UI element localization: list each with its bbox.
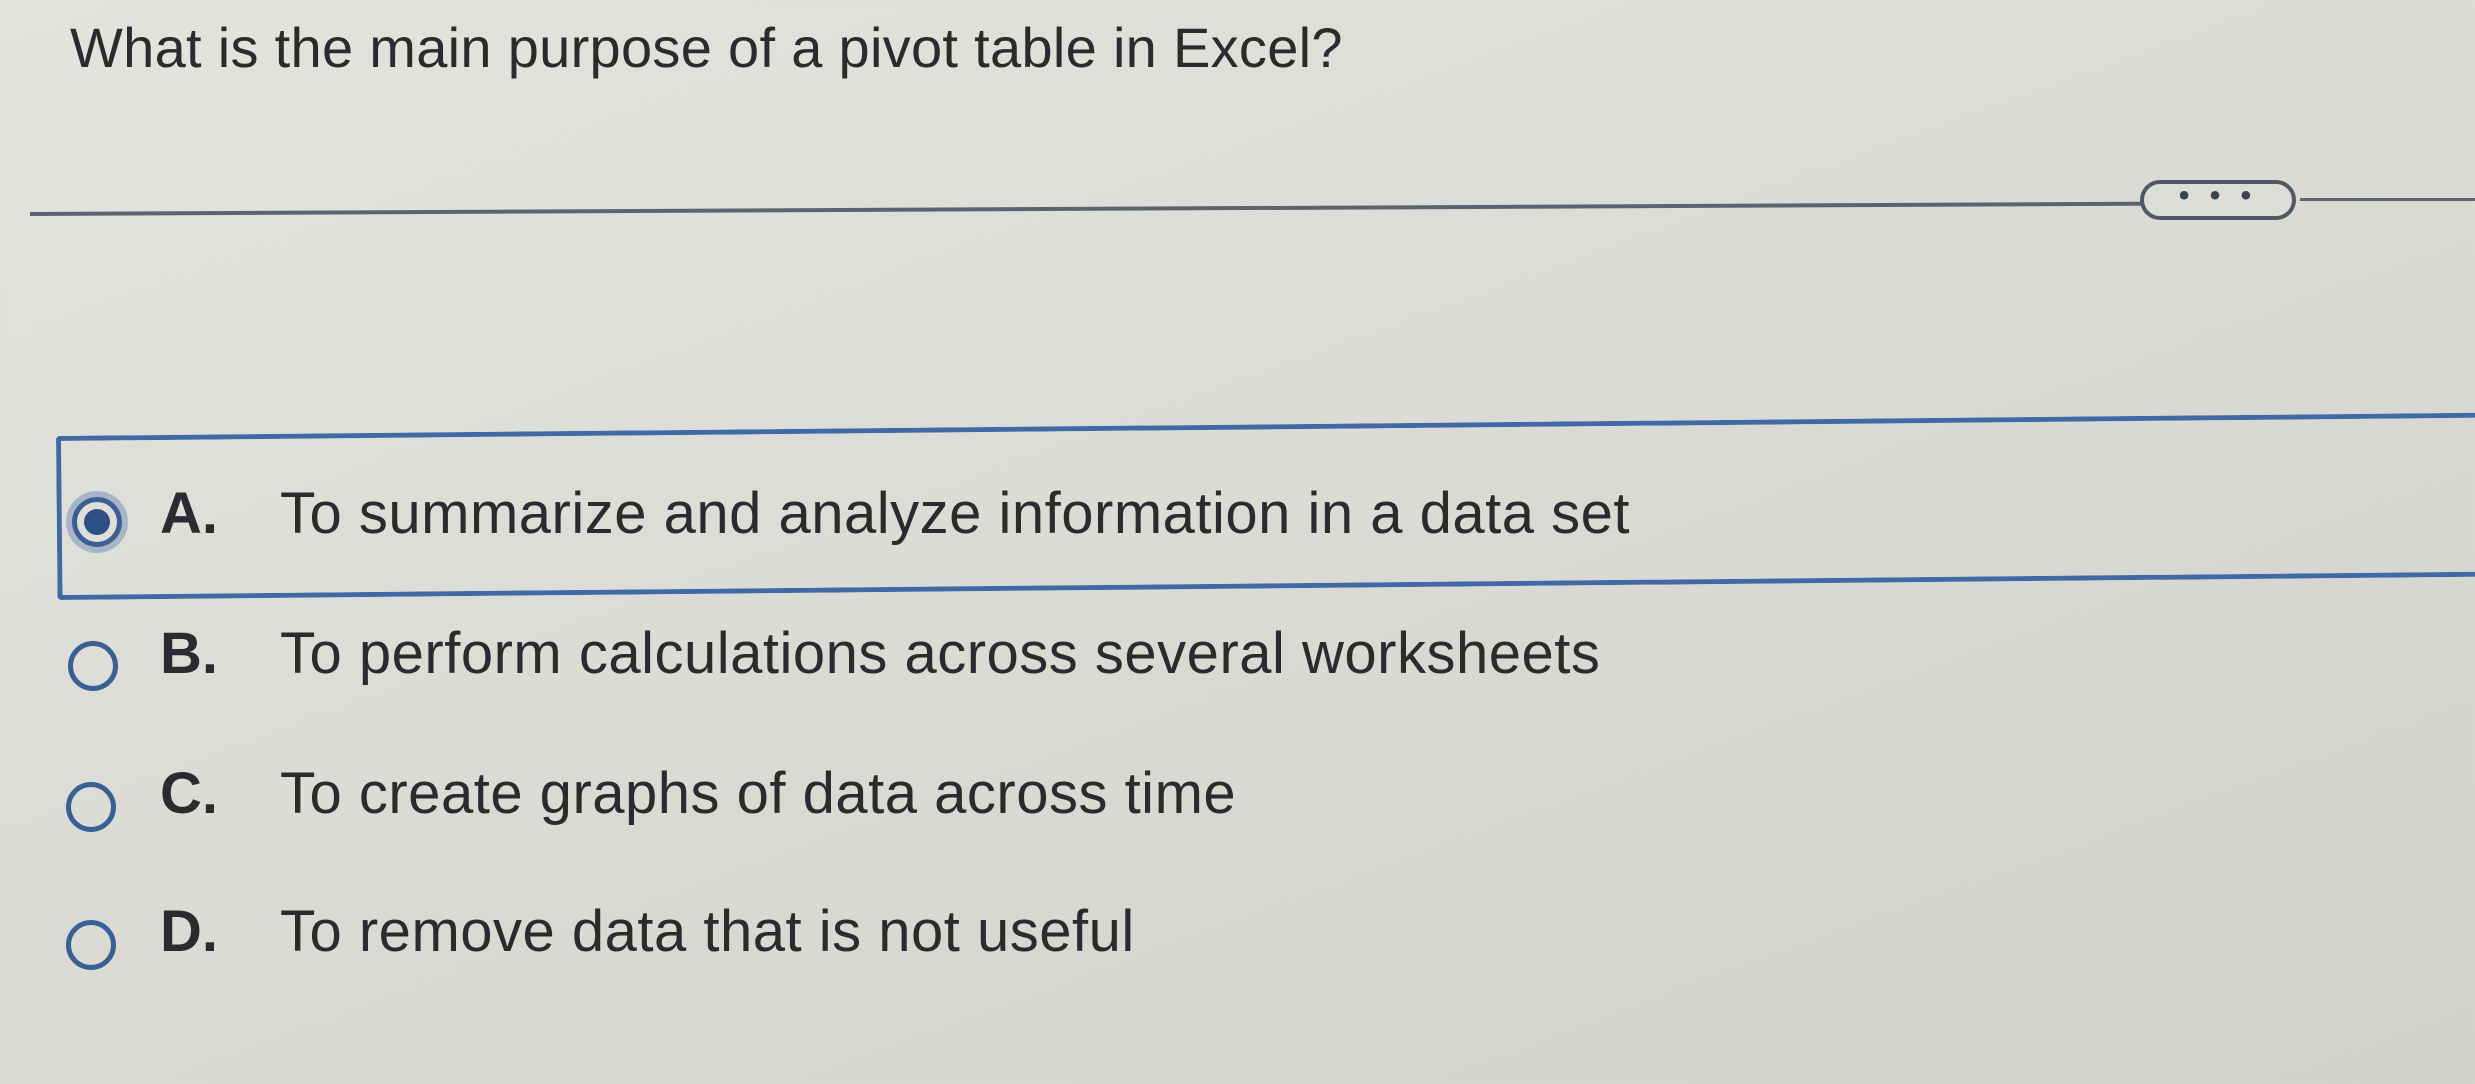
answer-options: A. To summarize and analyze information …	[0, 0, 2475, 1084]
option-letter-b: B.	[160, 621, 218, 686]
option-text-b[interactable]: To perform calculations across several w…	[280, 620, 1600, 687]
radio-button-a[interactable]	[72, 497, 122, 547]
radio-button-b[interactable]	[68, 641, 118, 691]
option-text-d[interactable]: To remove data that is not useful	[280, 898, 1135, 965]
option-letter-a: A.	[160, 481, 218, 546]
option-text-c[interactable]: To create graphs of data across time	[280, 760, 1236, 827]
radio-button-d[interactable]	[66, 920, 116, 970]
option-letter-d: D.	[160, 899, 218, 964]
option-text-a[interactable]: To summarize and analyze information in …	[280, 480, 1630, 547]
radio-button-c[interactable]	[66, 782, 116, 832]
option-letter-c: C.	[160, 761, 218, 826]
